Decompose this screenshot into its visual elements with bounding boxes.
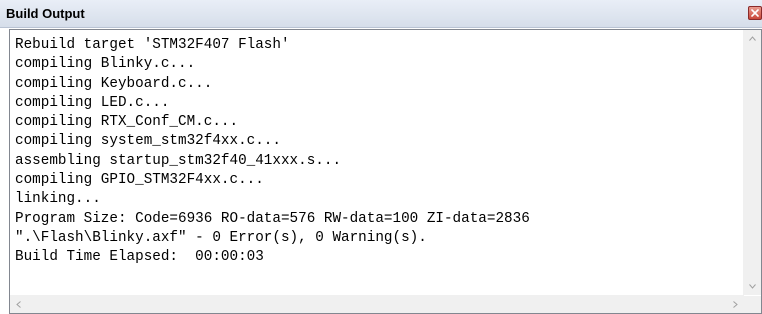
scroll-down-button[interactable] [744, 278, 761, 295]
log-line: compiling Keyboard.c... [15, 75, 213, 92]
chevron-up-icon [749, 36, 756, 41]
chevron-left-icon [16, 301, 21, 308]
chevron-down-icon [749, 284, 756, 289]
build-log: Rebuild target 'STM32F407 Flash' compili… [15, 36, 741, 289]
scroll-left-button[interactable] [10, 296, 27, 313]
title-bar: Build Output [0, 0, 762, 28]
log-line: compiling Blinky.c... [15, 56, 196, 73]
scroll-up-button[interactable] [744, 30, 761, 47]
log-line: Program Size: Code=6936 RO-data=576 RW-d… [15, 210, 530, 227]
log-line: Rebuild target 'STM32F407 Flash' [15, 37, 290, 53]
chevron-right-icon [733, 301, 738, 308]
vertical-scrollbar[interactable] [743, 30, 761, 295]
log-line: compiling LED.c... [15, 94, 170, 111]
horizontal-scrollbar[interactable] [10, 295, 744, 313]
log-line: compiling RTX_Conf_CM.c... [15, 114, 239, 131]
scroll-right-button[interactable] [727, 296, 744, 313]
build-output-panel: Build Output Rebuild target 'STM32F407 F… [0, 0, 762, 314]
panel-title: Build Output [6, 6, 85, 21]
log-line: Build Time Elapsed: 00:00:03 [15, 249, 264, 266]
log-line: assembling startup_stm32f40_41xxx.s... [15, 152, 342, 169]
log-line: linking... [15, 191, 101, 208]
scrollbar-corner [744, 296, 761, 313]
log-line: ".\Flash\Blinky.axf" - 0 Error(s), 0 War… [15, 229, 427, 246]
output-text-area[interactable]: Rebuild target 'STM32F407 Flash' compili… [9, 29, 762, 314]
close-icon [751, 9, 759, 17]
log-line: compiling GPIO_STM32F4xx.c... [15, 172, 264, 189]
log-line: compiling system_stm32f4xx.c... [15, 133, 281, 150]
close-button[interactable] [748, 6, 762, 20]
